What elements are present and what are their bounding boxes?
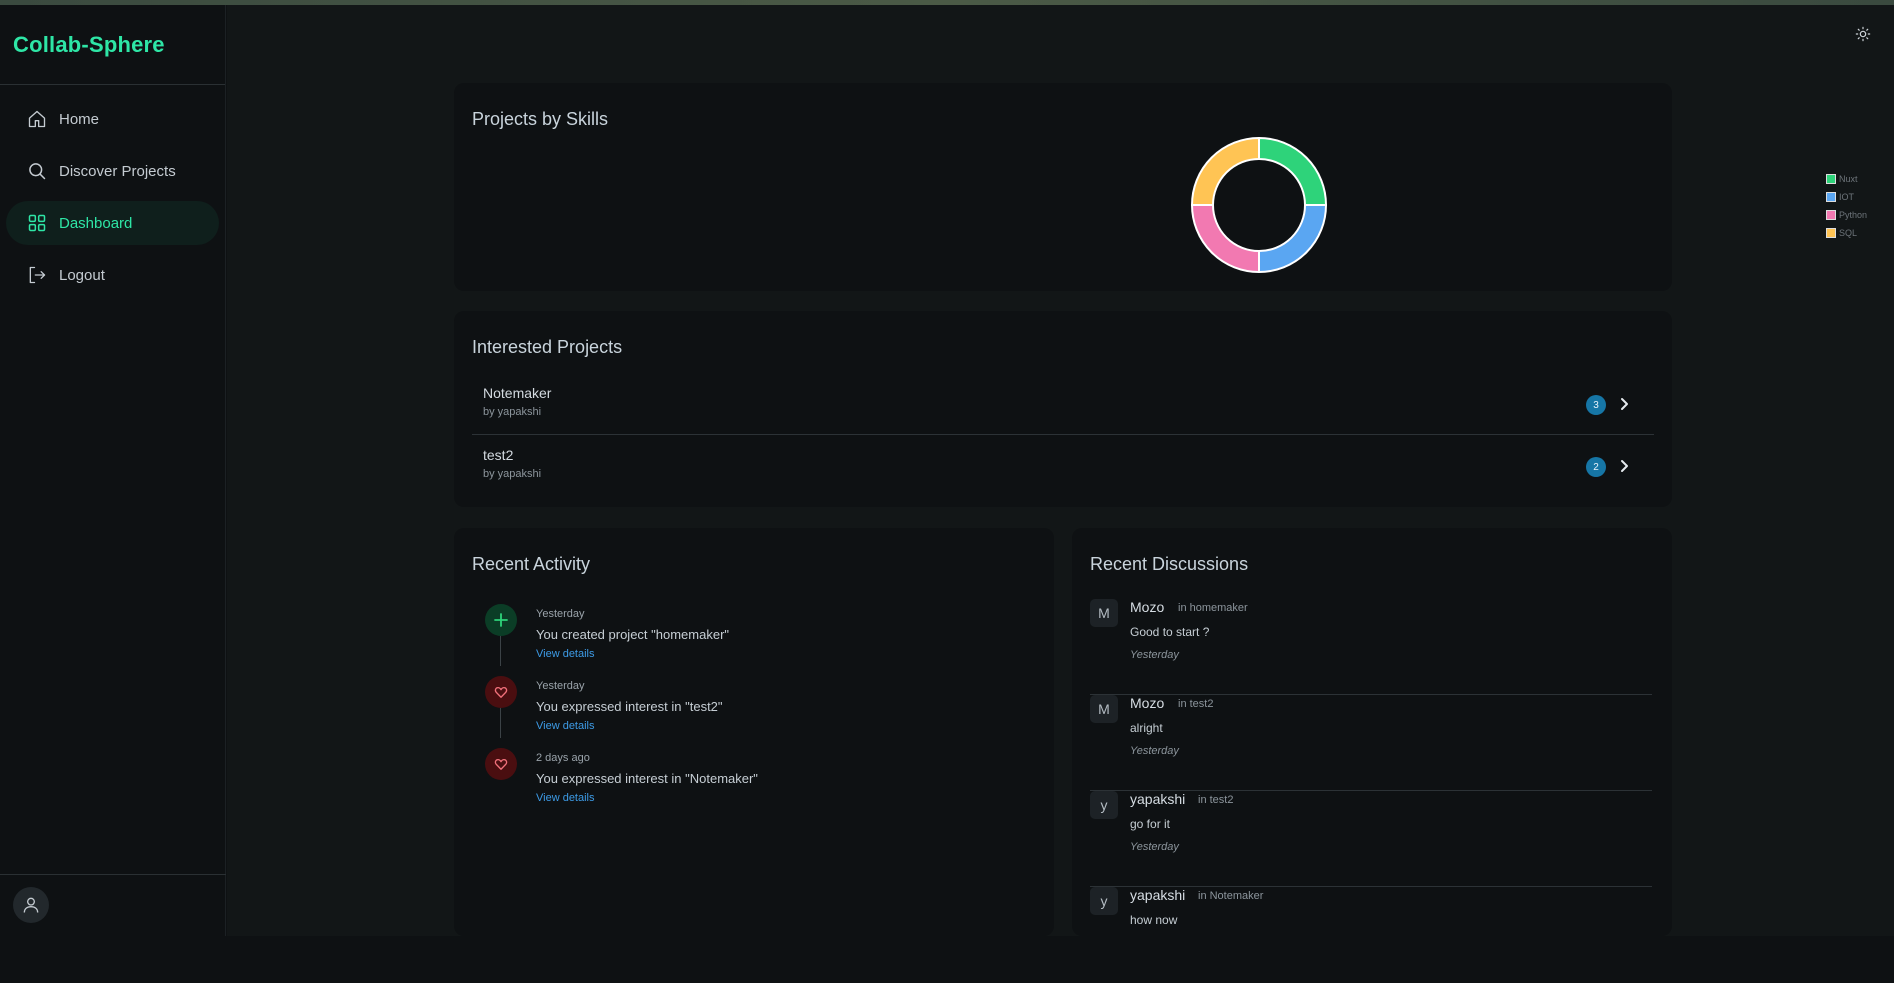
projects-by-skills-card: Projects by Skills Nuxt IOT Python SQL bbox=[454, 83, 1867, 291]
discussion-item[interactable]: y yapakshi in Notemaker how now bbox=[1090, 887, 1652, 983]
theme-toggle-button[interactable] bbox=[1852, 23, 1874, 45]
discussion-author: Mozo bbox=[1130, 695, 1165, 711]
legend-swatch bbox=[1826, 174, 1836, 184]
recent-discussions-card: Recent Discussions M Mozo in homemaker G… bbox=[1072, 528, 1672, 936]
legend-label: Python bbox=[1839, 210, 1868, 220]
discussion-project: in test2 bbox=[1178, 698, 1214, 710]
card-title: Recent Discussions bbox=[1090, 554, 1249, 574]
project-name: Notemaker bbox=[483, 385, 552, 401]
discussion-project: in Notemaker bbox=[1198, 890, 1264, 902]
legend-item-iot[interactable]: IOT bbox=[1826, 188, 1867, 206]
card-title: Interested Projects bbox=[472, 337, 623, 357]
card-title: Recent Activity bbox=[472, 554, 591, 574]
discussion-message: how now bbox=[1130, 913, 1178, 927]
user-avatar-button[interactable] bbox=[13, 887, 49, 923]
activity-time: Yesterday bbox=[536, 680, 585, 692]
sidebar-item-logout[interactable]: Logout bbox=[6, 253, 219, 297]
avatar: M bbox=[1090, 695, 1118, 723]
discussion-message: go for it bbox=[1130, 817, 1171, 831]
activity-time: Yesterday bbox=[536, 608, 585, 620]
project-owner: by yapakshi bbox=[483, 406, 542, 418]
activity-text: You expressed interest in "Notemaker" bbox=[536, 771, 758, 786]
home-icon bbox=[26, 108, 48, 130]
activity-text: You expressed interest in "test2" bbox=[536, 699, 723, 714]
search-icon bbox=[26, 160, 48, 182]
project-row[interactable]: Notemaker by yapakshi 3 bbox=[472, 375, 1654, 435]
activity-text: You created project "homemaker" bbox=[536, 627, 730, 642]
view-details-link[interactable]: View details bbox=[536, 792, 595, 804]
brand-logo-text[interactable]: Collab-Sphere bbox=[0, 5, 225, 85]
grid-icon bbox=[26, 212, 48, 234]
legend-item-nuxt[interactable]: Nuxt bbox=[1826, 170, 1867, 188]
chevron-right-icon[interactable] bbox=[1616, 396, 1632, 412]
sidebar-item-label: Discover Projects bbox=[59, 162, 176, 180]
discussion-item[interactable]: y yapakshi in test2 go for it Yesterday bbox=[1090, 791, 1652, 887]
project-row[interactable]: test2 by yapakshi 2 bbox=[472, 437, 1654, 497]
discussion-author: yapakshi bbox=[1130, 887, 1186, 903]
project-name: test2 bbox=[483, 447, 514, 463]
interest-count-badge: 2 bbox=[1586, 457, 1606, 477]
main-content: Projects by Skills Nuxt IOT Python SQL Inte… bbox=[227, 5, 1894, 936]
chart-legend: Nuxt IOT Python SQL bbox=[1826, 170, 1867, 242]
user-icon bbox=[23, 897, 39, 913]
interest-count-badge: 3 bbox=[1586, 395, 1606, 415]
sidebar-item-dashboard[interactable]: Dashboard bbox=[6, 201, 219, 245]
discussion-project: in homemaker bbox=[1178, 602, 1248, 614]
donut-slice-sql[interactable] bbox=[1190, 136, 1260, 206]
donut-slice-python[interactable] bbox=[1190, 204, 1260, 274]
legend-item-python[interactable]: Python bbox=[1826, 206, 1867, 224]
skills-donut-chart[interactable] bbox=[1189, 135, 1329, 275]
discussion-time: Yesterday bbox=[1130, 649, 1179, 661]
sidebar: Collab-Sphere Home Discover Projects Das… bbox=[0, 5, 226, 936]
view-details-link[interactable]: View details bbox=[536, 648, 595, 660]
sidebar-item-label: Home bbox=[59, 110, 100, 128]
card-title: Projects by Skills bbox=[472, 109, 609, 129]
discussion-time: Yesterday bbox=[1130, 745, 1179, 757]
legend-swatch bbox=[1826, 210, 1836, 220]
project-owner: by yapakshi bbox=[483, 468, 542, 480]
logout-icon bbox=[26, 264, 48, 286]
discussion-project: in test2 bbox=[1198, 794, 1234, 806]
interested-projects-card: Interested Projects Notemaker by yapaksh… bbox=[454, 311, 1672, 507]
avatar: y bbox=[1090, 887, 1118, 915]
legend-label: SQL bbox=[1839, 228, 1858, 238]
donut-slice-nuxt[interactable] bbox=[1258, 136, 1328, 206]
heart-icon bbox=[485, 748, 517, 780]
view-details-link[interactable]: View details bbox=[536, 720, 595, 732]
discussion-author: yapakshi bbox=[1130, 791, 1186, 807]
donut-slice-iot[interactable] bbox=[1258, 204, 1328, 274]
legend-label: Nuxt bbox=[1839, 174, 1858, 184]
sidebar-nav: Home Discover Projects Dashboard Logout bbox=[0, 85, 225, 297]
plus-icon bbox=[485, 604, 517, 636]
chevron-right-icon[interactable] bbox=[1616, 458, 1632, 474]
sun-icon bbox=[1855, 26, 1871, 42]
sidebar-item-discover-projects[interactable]: Discover Projects bbox=[6, 149, 219, 193]
legend-item-sql[interactable]: SQL bbox=[1826, 224, 1867, 242]
sidebar-item-home[interactable]: Home bbox=[6, 97, 219, 141]
legend-swatch bbox=[1826, 228, 1836, 238]
discussion-time: Yesterday bbox=[1130, 841, 1179, 853]
discussion-message: alright bbox=[1130, 721, 1163, 735]
recent-activity-card: Recent Activity Yesterday You created pr… bbox=[454, 528, 1054, 936]
activity-time: 2 days ago bbox=[536, 752, 590, 764]
sidebar-footer bbox=[0, 874, 226, 936]
avatar: M bbox=[1090, 599, 1118, 627]
discussion-message: Good to start ? bbox=[1130, 625, 1210, 639]
avatar: y bbox=[1090, 791, 1118, 819]
legend-swatch bbox=[1826, 192, 1836, 202]
discussion-author: Mozo bbox=[1130, 599, 1165, 615]
discussion-item[interactable]: M Mozo in test2 alright Yesterday bbox=[1090, 695, 1652, 791]
heart-icon bbox=[485, 676, 517, 708]
sidebar-item-label: Dashboard bbox=[59, 214, 133, 232]
sidebar-item-label: Logout bbox=[59, 266, 105, 284]
legend-label: IOT bbox=[1839, 192, 1854, 202]
discussion-item[interactable]: M Mozo in homemaker Good to start ? Yest… bbox=[1090, 599, 1652, 695]
